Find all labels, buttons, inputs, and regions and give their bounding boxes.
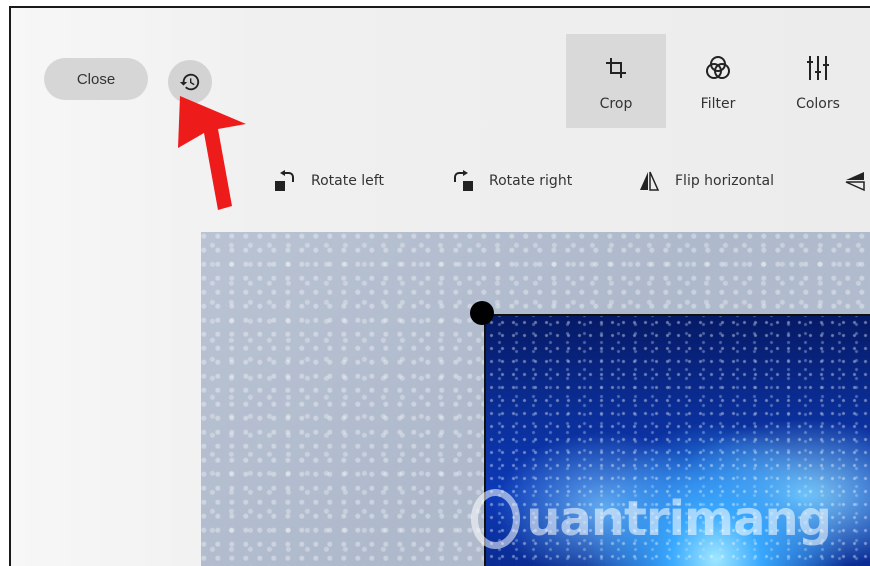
flip-horizontal-label: Flip horizontal (675, 173, 774, 189)
flip-horizontal-button[interactable]: Flip horizontal (637, 166, 774, 196)
close-button[interactable]: Close (44, 58, 148, 100)
flip-vertical-button[interactable] (843, 166, 870, 196)
flip-horizontal-icon (637, 169, 661, 193)
colors-icon (805, 52, 831, 84)
mode-filter[interactable]: Filter (668, 34, 768, 128)
mode-crop[interactable]: Crop (566, 34, 666, 128)
crop-icon (604, 52, 628, 84)
rotate-left-button[interactable]: Rotate left (273, 166, 384, 196)
watermark-logo-icon (471, 489, 521, 549)
rotate-right-icon (451, 169, 475, 193)
mode-colors-label: Colors (796, 96, 840, 112)
annotation-arrow-icon (178, 96, 246, 210)
watermark-text: uantrimang (526, 491, 832, 547)
crop-handle-top-left[interactable] (470, 301, 494, 325)
photo-editor-window: Close Crop Filter Colors Rotate left Rot… (9, 6, 870, 566)
mode-filter-label: Filter (700, 96, 736, 112)
watermark: uantrimang (471, 484, 832, 554)
flip-vertical-icon (843, 169, 867, 193)
rotate-right-label: Rotate right (489, 173, 573, 189)
rotate-left-icon (273, 169, 297, 193)
history-icon (179, 73, 200, 91)
mode-colors[interactable]: Colors (768, 34, 868, 128)
filter-icon (704, 52, 732, 84)
rotate-right-button[interactable]: Rotate right (451, 166, 572, 196)
rotate-left-label: Rotate left (311, 173, 384, 189)
mode-crop-label: Crop (599, 96, 633, 112)
